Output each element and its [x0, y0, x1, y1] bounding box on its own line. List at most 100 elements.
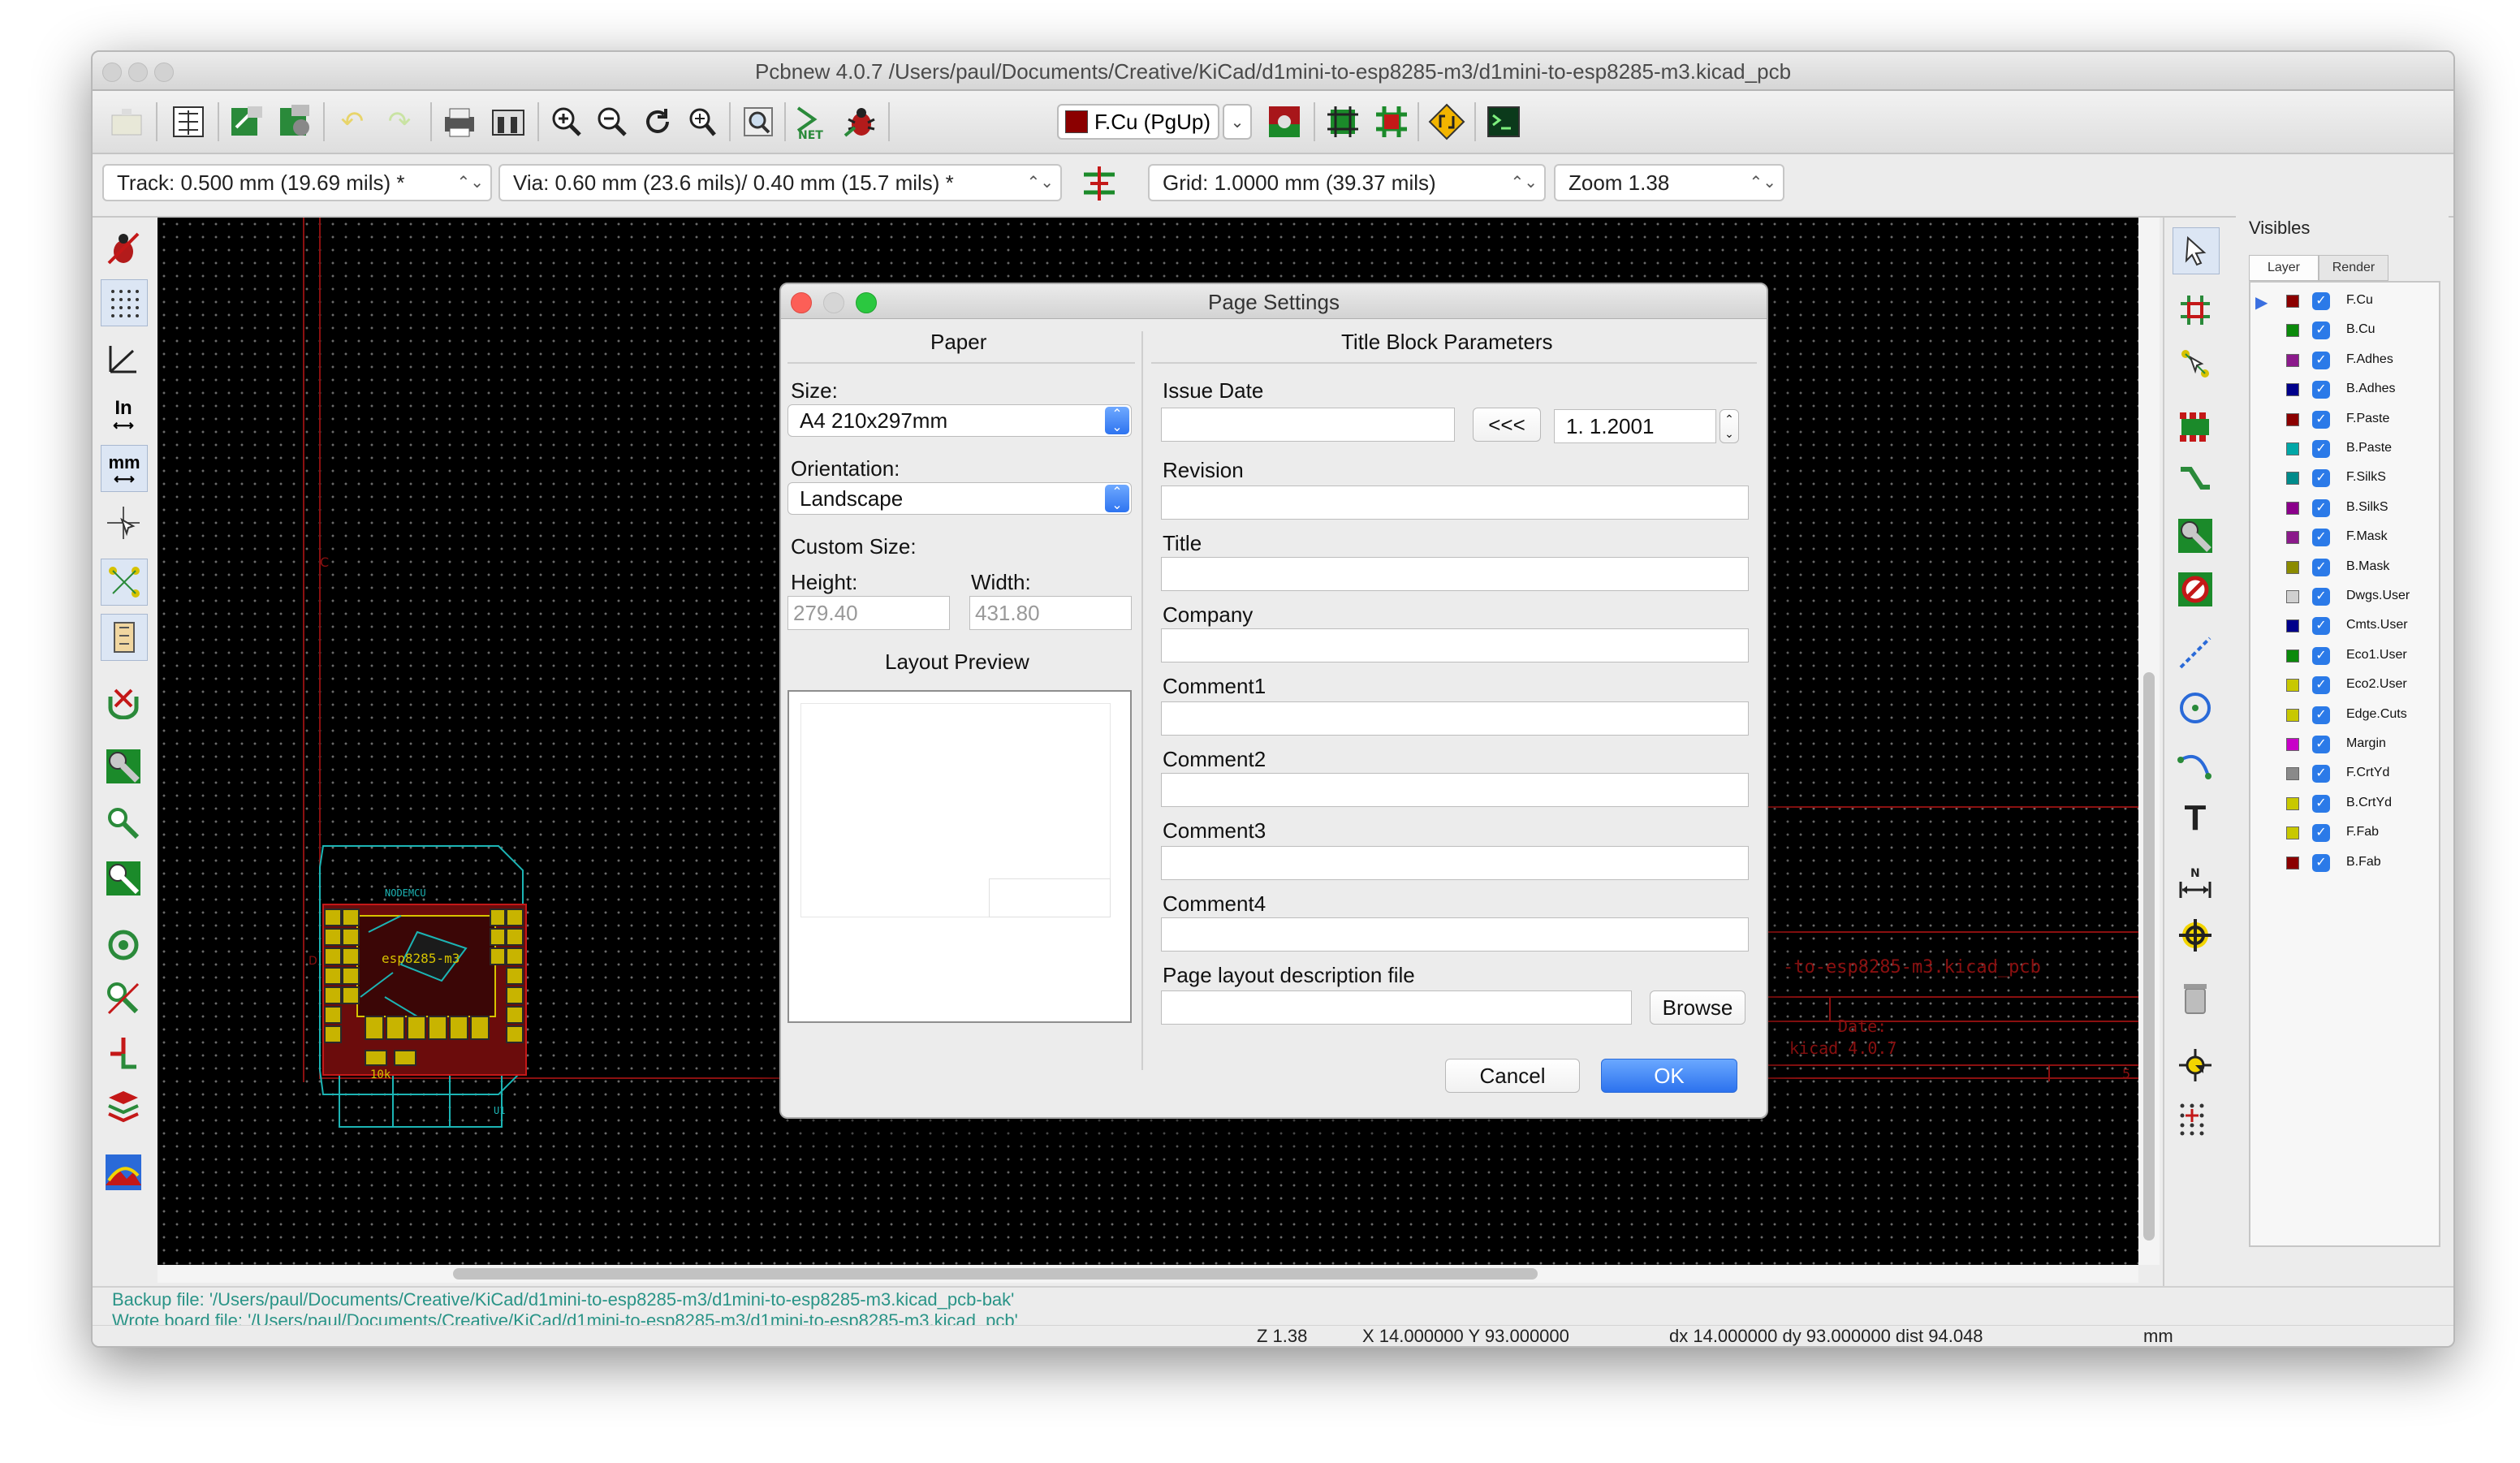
load-board-icon[interactable] [273, 99, 318, 145]
show-pads-filled-icon[interactable] [101, 744, 146, 789]
layer-color-swatch[interactable] [2286, 472, 2299, 486]
layer-visible-checkbox[interactable]: ✓ [2312, 292, 2330, 310]
layer-row[interactable]: ✓ Cmts.User [2250, 614, 2437, 638]
add-text-icon[interactable]: T [2173, 796, 2218, 841]
layer-color-swatch[interactable] [2286, 590, 2299, 603]
auto-track-width-icon[interactable] [1077, 161, 1122, 206]
units-inch-button[interactable]: In ⟷ [101, 391, 146, 437]
show-vias-icon[interactable] [101, 856, 146, 901]
drc-off-icon[interactable] [101, 226, 146, 271]
paper-size-select[interactable]: A4 210x297mm ⌃ ⌄ [788, 404, 1132, 437]
read-netlist-icon[interactable]: NET [791, 99, 836, 145]
via-size-select[interactable]: Via: 0.60 mm (23.6 mils)/ 0.40 mm (15.7 … [498, 164, 1062, 201]
add-dimension-icon[interactable]: N [2173, 859, 2218, 904]
page-settings-icon[interactable] [166, 99, 211, 145]
high-contrast-icon[interactable] [101, 976, 146, 1021]
highlight-net-icon[interactable] [2173, 287, 2218, 333]
layer-row[interactable]: ✓ B.Cu [2250, 318, 2437, 343]
layer-color-swatch[interactable] [2286, 649, 2299, 662]
copy-date-button[interactable]: <<< [1473, 408, 1541, 442]
module-ratsnest-icon[interactable] [101, 614, 148, 661]
layer-color-swatch[interactable] [2286, 619, 2299, 633]
layer-color-swatch[interactable] [2286, 796, 2299, 810]
show-tracks-sketch-icon[interactable] [101, 801, 146, 846]
show-zones-icon[interactable] [101, 922, 146, 968]
comment4-input[interactable] [1161, 917, 1749, 952]
redo-icon[interactable]: ↷ [377, 99, 422, 145]
layer-visible-checkbox[interactable]: ✓ [2312, 617, 2330, 636]
horizontal-scroll-thumb[interactable] [453, 1268, 1538, 1280]
layer-color-swatch[interactable] [2286, 353, 2299, 367]
layer-visible-checkbox[interactable]: ✓ [2312, 529, 2330, 547]
company-input[interactable] [1161, 628, 1749, 662]
layer-row[interactable]: ✓ Eco1.User [2250, 644, 2437, 668]
layer-row[interactable]: ✓ B.Adhes [2250, 378, 2437, 402]
comment1-input[interactable] [1161, 701, 1749, 736]
layer-visible-checkbox[interactable]: ✓ [2312, 765, 2330, 783]
layer-row[interactable]: ✓ Margin [2250, 732, 2437, 757]
delete-icon[interactable] [2173, 976, 2218, 1021]
set-grid-origin-icon[interactable] [2173, 1096, 2218, 1141]
layers-manager-icon[interactable] [101, 1083, 146, 1129]
page-layout-file-input[interactable] [1161, 990, 1632, 1025]
tab-render[interactable]: Render [2319, 255, 2388, 281]
add-target-icon[interactable] [2173, 913, 2218, 958]
layer-row[interactable]: ✓ F.CrtYd [2250, 762, 2437, 786]
scripting-icon[interactable] [1481, 99, 1526, 145]
add-arc-icon[interactable] [2173, 740, 2218, 786]
layer-color-swatch[interactable] [2286, 826, 2299, 840]
grid-select[interactable]: Grid: 1.0000 mm (39.37 mils) ⌃⌄ [1148, 164, 1546, 201]
layer-visible-checkbox[interactable]: ✓ [2312, 322, 2330, 340]
layer-color-swatch[interactable] [2286, 679, 2299, 693]
add-keepout-icon[interactable] [2173, 567, 2218, 612]
layer-row[interactable]: ▶ ✓ F.Cu [2250, 289, 2437, 313]
layer-visible-checkbox[interactable]: ✓ [2312, 498, 2330, 517]
cancel-button[interactable]: Cancel [1445, 1059, 1580, 1093]
browse-button[interactable]: Browse [1650, 990, 1745, 1025]
layer-visible-checkbox[interactable]: ✓ [2312, 676, 2330, 695]
zoom-fit-icon[interactable] [679, 99, 724, 145]
pcb-board[interactable]: esp8285-m3 NODEMCU 10k U1 [319, 845, 527, 1128]
track-width-select[interactable]: Track: 0.500 mm (19.69 mils) * ⌃⌄ [102, 164, 492, 201]
layer-row[interactable]: ✓ Eco2.User [2250, 673, 2437, 697]
layer-visible-checkbox[interactable]: ✓ [2312, 469, 2330, 488]
layer-visible-checkbox[interactable]: ✓ [2312, 706, 2330, 724]
revision-input[interactable] [1161, 486, 1749, 520]
layer-color-swatch[interactable] [2286, 324, 2299, 338]
layer-row[interactable]: ✓ B.SilkS [2250, 496, 2437, 520]
add-track-icon[interactable] [2173, 458, 2218, 503]
print-icon[interactable] [437, 99, 482, 145]
add-line-icon[interactable] [2173, 630, 2218, 675]
comment2-input[interactable] [1161, 773, 1749, 807]
layer-color-swatch[interactable] [2286, 531, 2299, 545]
plot-icon[interactable] [485, 99, 531, 145]
polar-coords-icon[interactable] [101, 336, 146, 382]
layer-row[interactable]: ✓ B.Mask [2250, 555, 2437, 580]
layer-visible-checkbox[interactable]: ✓ [2312, 824, 2330, 843]
tab-layer[interactable]: Layer [2249, 255, 2319, 281]
add-footprint-icon[interactable] [2173, 404, 2218, 450]
zoom-out-icon[interactable] [589, 99, 635, 145]
zoom-select[interactable]: Zoom 1.38 ⌃⌄ [1554, 164, 1784, 201]
layer-color-swatch[interactable] [2286, 738, 2299, 751]
layer-row[interactable]: ✓ Dwgs.User [2250, 585, 2437, 609]
layer-visible-checkbox[interactable]: ✓ [2312, 381, 2330, 399]
layer-visible-checkbox[interactable]: ✓ [2312, 558, 2330, 576]
layer-color-swatch[interactable] [2286, 412, 2299, 426]
layer-color-swatch[interactable] [2286, 856, 2299, 870]
auto-place-icon[interactable] [1320, 99, 1366, 145]
show-microwave-toolbar-icon[interactable] [101, 1029, 146, 1075]
layer-row[interactable]: ✓ F.Mask [2250, 525, 2437, 550]
auto-route-icon[interactable] [1369, 99, 1414, 145]
layer-color-swatch[interactable] [2286, 708, 2299, 722]
layer-color-swatch[interactable] [2286, 501, 2299, 515]
orientation-select[interactable]: Landscape ⌃ ⌄ [788, 482, 1132, 515]
select-arrow-icon[interactable] [2173, 227, 2220, 274]
layer-color-swatch[interactable] [2286, 383, 2299, 397]
layer-pair-icon[interactable] [1262, 99, 1307, 145]
date-picker-input[interactable]: 1. 1.2001 [1554, 409, 1716, 443]
layer-visible-checkbox[interactable]: ✓ [2312, 351, 2330, 369]
layer-row[interactable]: ✓ F.Paste [2250, 408, 2437, 432]
layer-color-swatch[interactable] [2286, 295, 2299, 308]
netlist-icon[interactable] [224, 99, 270, 145]
